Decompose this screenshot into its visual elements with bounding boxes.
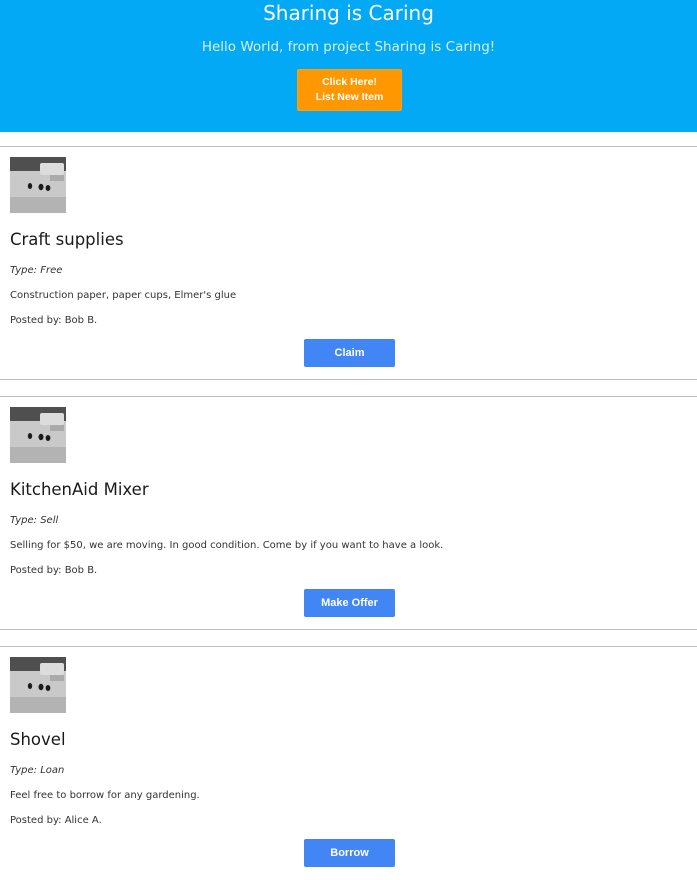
item-posted-by: Posted by: Alice A. [10,815,102,826]
borrow-button[interactable]: Borrow [304,839,395,867]
item-title: KitchenAid Mixer [10,480,149,499]
item-photo-icon [10,657,66,713]
item-card: Craft supplies Type: Free Construction p… [0,146,697,380]
list-button-line1: Click Here! [322,76,377,88]
item-photo-icon [10,407,66,463]
list-button-line2: List New Item [315,91,384,103]
item-description: Feel free to borrow for any gardening. [10,790,200,801]
item-type: Type: Sell [10,515,59,526]
page-header: Sharing is Caring Hello World, from proj… [0,0,697,132]
item-description: Construction paper, paper cups, Elmer's … [10,290,237,301]
list-new-item-button[interactable]: Click Here! List New Item [297,69,402,111]
item-photo-icon [10,157,66,213]
item-type: Type: Free [10,265,63,276]
item-card: KitchenAid Mixer Type: Sell Selling for … [0,396,697,630]
page-subtitle: Hello World, from project Sharing is Car… [201,39,496,55]
item-title: Shovel [10,730,66,749]
page-title: Sharing is Caring [263,1,434,25]
make-offer-button[interactable]: Make Offer [304,589,395,617]
item-title: Craft supplies [10,230,124,249]
item-posted-by: Posted by: Bob B. [10,315,98,326]
item-posted-by: Posted by: Bob B. [10,565,98,576]
item-card: Shovel Type: Loan Feel free to borrow fo… [0,646,697,880]
claim-button[interactable]: Claim [304,339,395,367]
item-type: Type: Loan [10,765,65,776]
item-description: Selling for $50, we are moving. In good … [10,540,444,551]
